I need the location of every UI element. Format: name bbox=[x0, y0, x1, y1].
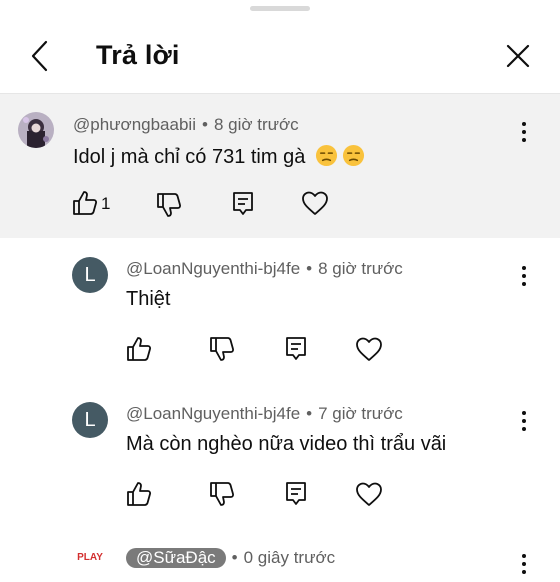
comment-meta: @LoanNguyenthi-bj4fe • 7 giờ trước bbox=[126, 404, 403, 424]
heart-button[interactable] bbox=[300, 188, 330, 218]
back-button[interactable] bbox=[24, 38, 60, 74]
reply-item: L @LoanNguyenthi-bj4fe • 7 giờ trước Mà cò… bbox=[0, 383, 560, 528]
more-options-button[interactable] bbox=[514, 120, 534, 144]
kebab-menu-icon bbox=[522, 554, 526, 574]
heart-icon bbox=[356, 482, 382, 506]
comment-author[interactable]: @SữaĐậc bbox=[126, 548, 226, 568]
thumbs-down-icon bbox=[157, 193, 182, 217]
comment-text-body: Idol j mà chỉ có 731 tim gà bbox=[73, 146, 306, 168]
more-options-button[interactable] bbox=[514, 264, 534, 288]
meta-separator: • bbox=[306, 259, 313, 278]
like-count: 1 bbox=[101, 194, 111, 213]
like-button[interactable] bbox=[124, 479, 154, 509]
comment-meta: @LoanNguyenthi-bj4fe • 8 giờ trước bbox=[126, 259, 403, 279]
comment-meta: @phươngbaabii • 8 giờ trước bbox=[73, 115, 299, 135]
reply-button[interactable] bbox=[281, 334, 311, 364]
reply-comment-icon bbox=[286, 482, 306, 505]
page-title: Trả lời bbox=[96, 40, 180, 70]
thumbs-up-icon bbox=[127, 337, 152, 361]
like-button[interactable] bbox=[124, 334, 154, 364]
reply-button[interactable] bbox=[228, 189, 258, 219]
comment-text: Thiệt bbox=[126, 288, 171, 310]
heart-icon bbox=[356, 337, 382, 361]
chevron-left-icon bbox=[31, 40, 48, 72]
header: Trả lời bbox=[0, 0, 560, 94]
comment-author[interactable]: @phươngbaabii bbox=[73, 115, 196, 134]
reply-item: PLAY @SữaĐậc • 0 giây trước bbox=[0, 528, 560, 582]
comment-time: 8 giờ trước bbox=[318, 259, 403, 278]
comment-author[interactable]: @LoanNguyenthi-bj4fe bbox=[126, 404, 300, 423]
avatar[interactable] bbox=[18, 112, 54, 148]
comment-time: 7 giờ trước bbox=[318, 404, 403, 423]
meta-separator: • bbox=[201, 115, 208, 134]
thumbs-up-icon bbox=[127, 482, 152, 506]
kebab-menu-icon bbox=[522, 122, 526, 142]
unamused-face-icon bbox=[315, 144, 337, 167]
heart-button[interactable] bbox=[354, 334, 384, 364]
comment-time: 8 giờ trước bbox=[213, 115, 299, 134]
reply-comment-icon bbox=[233, 192, 253, 215]
kebab-menu-icon bbox=[522, 266, 526, 286]
reply-comment-icon bbox=[286, 337, 306, 360]
drag-handle[interactable] bbox=[250, 6, 310, 11]
comment-text: Mà còn nghèo nữa video thì trẩu vãi bbox=[126, 433, 447, 455]
avatar[interactable]: L bbox=[72, 257, 108, 293]
thumbs-up-icon bbox=[73, 191, 98, 215]
parent-comment: @phươngbaabii • 8 giờ trước Idol j mà chỉ … bbox=[0, 94, 560, 238]
close-icon bbox=[506, 44, 530, 68]
reply-button[interactable] bbox=[281, 479, 311, 509]
close-button[interactable] bbox=[502, 40, 534, 72]
heart-icon bbox=[302, 191, 328, 215]
avatar-label: PLAY bbox=[77, 552, 103, 563]
reply-item: L @LoanNguyenthi-bj4fe • 8 giờ trước Thiệt bbox=[0, 238, 560, 383]
unamused-face-icon bbox=[342, 144, 364, 167]
comment-meta: @SữaĐậc • 0 giây trước bbox=[126, 548, 335, 568]
meta-separator: • bbox=[231, 548, 238, 567]
more-options-button[interactable] bbox=[514, 552, 534, 576]
more-options-button[interactable] bbox=[514, 409, 534, 433]
avatar[interactable]: L bbox=[72, 402, 108, 438]
dislike-button[interactable] bbox=[207, 479, 237, 509]
like-button[interactable] bbox=[70, 188, 100, 218]
thumbs-down-icon bbox=[210, 482, 235, 506]
comment-text: Idol j mà chỉ có 731 tim gà bbox=[73, 144, 365, 169]
heart-button[interactable] bbox=[354, 479, 384, 509]
meta-separator: • bbox=[306, 404, 313, 423]
dislike-button[interactable] bbox=[154, 190, 184, 220]
comment-time: 0 giây trước bbox=[243, 548, 336, 567]
thumbs-down-icon bbox=[210, 337, 235, 361]
comment-author[interactable]: @LoanNguyenthi-bj4fe bbox=[126, 259, 300, 278]
dislike-button[interactable] bbox=[207, 334, 237, 364]
avatar[interactable]: PLAY bbox=[72, 546, 108, 582]
kebab-menu-icon bbox=[522, 411, 526, 431]
